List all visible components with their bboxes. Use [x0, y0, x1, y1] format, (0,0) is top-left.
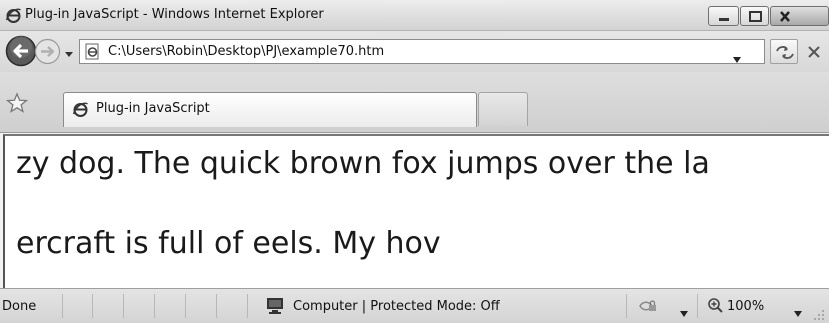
status-bar: Done Computer | Protected Mode: Off 100%: [0, 288, 829, 323]
maximize-button[interactable]: [740, 6, 769, 26]
tab-label: Plug-in JavaScript: [96, 101, 210, 116]
chevron-down-icon[interactable]: [793, 303, 803, 317]
status-separator: [247, 294, 248, 318]
stop-button[interactable]: [802, 39, 826, 64]
zoom-icon[interactable]: [707, 297, 723, 315]
recent-pages-button[interactable]: [63, 45, 75, 57]
close-icon: [780, 11, 790, 22]
status-separator: [123, 294, 124, 318]
close-button[interactable]: [770, 6, 829, 26]
address-field[interactable]: C:\Users\Robin\Desktop\PJ\example70.htm: [79, 39, 765, 64]
back-arrow-icon: [5, 35, 37, 67]
refresh-icon: [776, 46, 794, 59]
forward-arrow-icon: [34, 38, 61, 65]
new-tab-button[interactable]: [478, 92, 528, 126]
security-lock-icon[interactable]: [638, 297, 658, 315]
zoom-level[interactable]: 100%: [727, 299, 764, 314]
address-url[interactable]: C:\Users\Robin\Desktop\PJ\example70.htm: [108, 44, 384, 59]
status-separator: [92, 294, 93, 318]
status-separator: [62, 294, 63, 318]
maximize-icon: [749, 11, 762, 22]
content-line-1: zy dog. The quick brown fox jumps over t…: [16, 146, 710, 181]
address-dropdown-icon[interactable]: [732, 49, 742, 63]
page-content: zy dog. The quick brown fox jumps over t…: [3, 134, 829, 288]
minimize-button[interactable]: [708, 6, 739, 26]
minimize-icon: [719, 18, 729, 21]
address-row: C:\Users\Robin\Desktop\PJ\example70.htm: [0, 31, 829, 72]
status-separator: [216, 294, 217, 318]
caption-buttons: [708, 6, 829, 26]
chevron-down-icon[interactable]: [679, 303, 689, 317]
resize-grip-icon[interactable]: [812, 307, 826, 321]
status-separator: [626, 294, 627, 318]
forward-button[interactable]: [34, 38, 61, 65]
chevron-down-icon: [65, 52, 73, 57]
refresh-button[interactable]: [770, 39, 798, 64]
computer-icon: [265, 297, 285, 315]
status-text: Done: [2, 299, 37, 314]
status-separator: [154, 294, 155, 318]
status-separator: [185, 294, 186, 318]
content-line-2: ercraft is full of eels. My hov: [16, 226, 441, 261]
security-zone-text[interactable]: Computer | Protected Mode: Off: [293, 299, 500, 314]
browser-window: Plug-in JavaScript - Windows Internet Ex…: [0, 0, 829, 323]
window-title: Plug-in JavaScript - Windows Internet Ex…: [25, 7, 324, 22]
ie-page-icon: [72, 101, 89, 118]
favorites-star-icon[interactable]: [5, 92, 29, 114]
ie-page-icon: [84, 43, 101, 60]
title-bar: Plug-in JavaScript - Windows Internet Ex…: [0, 0, 829, 31]
status-separator: [697, 294, 698, 318]
back-button[interactable]: [5, 35, 37, 67]
tab-row: Plug-in JavaScript: [0, 72, 829, 133]
stop-icon: [808, 46, 820, 58]
ie-icon: [5, 7, 22, 24]
tab-plug-in-javascript[interactable]: Plug-in JavaScript: [63, 92, 477, 127]
